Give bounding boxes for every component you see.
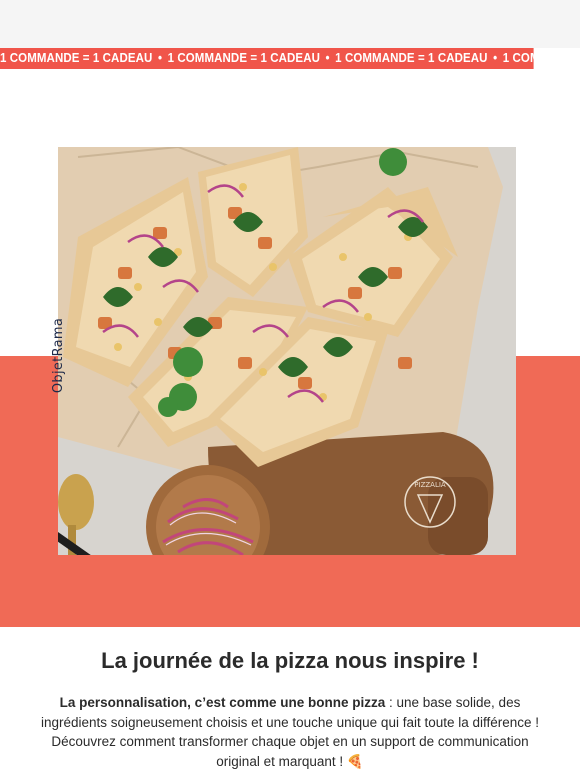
ticker-item: 1 COMMANDE = 1 CADEAU xyxy=(167,51,321,65)
ticker-item: 1 COMMANDE = 1 CADEAU xyxy=(335,51,488,65)
ticker-separator: • xyxy=(493,51,498,65)
pizza-flatbread-photo-icon: PIZZALIA xyxy=(58,147,516,555)
board-stamp: PIZZALIA xyxy=(414,481,446,489)
ticker-item: 1 COMMANDE = 1 CADEAU xyxy=(502,51,534,65)
brand-watermark: ObjetRama xyxy=(47,300,71,410)
ticker-separator: • xyxy=(157,51,163,65)
ticker-item: 1 COMMANDE = 1 CADEAU xyxy=(0,51,153,65)
brand-logo-text: ObjetRama xyxy=(51,317,67,393)
article-title: La journée de la pizza nous inspire ! xyxy=(101,648,479,673)
article-lead-bold: La personnalisation, c’est comme une bon… xyxy=(59,695,386,710)
promo-ticker[interactable]: 1 COMMANDE = 1 CADEAU • 1 COMMANDE = 1 CAD… xyxy=(0,48,534,69)
article-body: La personnalisation, c’est comme une bon… xyxy=(30,693,550,771)
preheader-strip xyxy=(0,0,580,48)
hero-image[interactable]: PIZZALIA xyxy=(58,147,516,555)
ticker-separator: • xyxy=(325,51,330,65)
pizza-emoji-icon: 🍕 xyxy=(346,753,364,769)
